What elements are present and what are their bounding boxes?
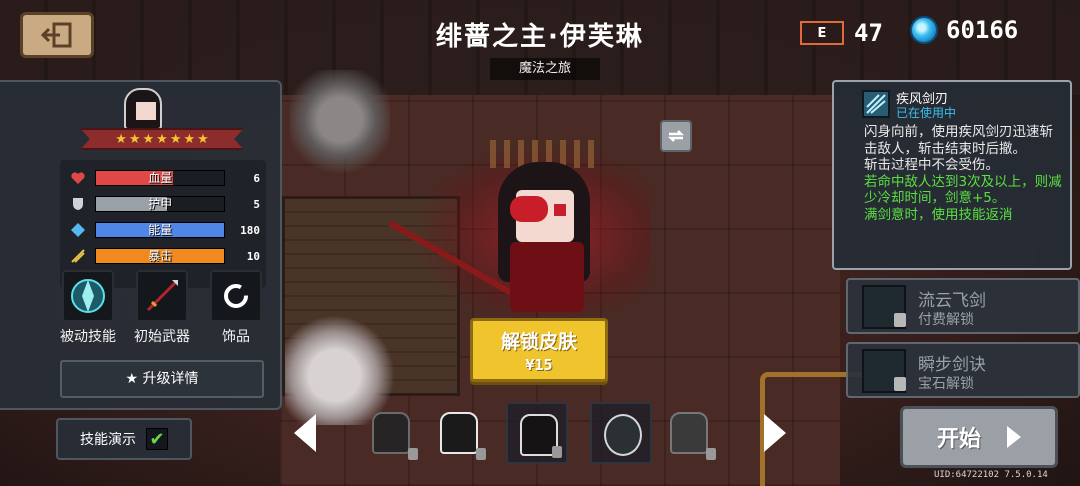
swap-skin-button[interactable]	[660, 120, 692, 152]
skill-option-shunbu[interactable]: 瞬步剑诀 宝石解锁	[846, 342, 1080, 398]
star-icon: ★	[142, 131, 155, 147]
swap-arrows-icon	[667, 130, 685, 142]
star-icon: ★	[128, 131, 141, 147]
gem-counter: 60166	[910, 16, 1018, 44]
skill-demo-toggle[interactable]: 技能演示 ✔	[56, 418, 192, 460]
star-icon: ★	[183, 131, 196, 147]
unlock-skin-button[interactable]: 解锁皮肤 ¥15	[470, 318, 608, 382]
start-label: 开始	[936, 427, 981, 452]
passive-skill-icon	[71, 279, 105, 313]
starter-weapon-label: 初始武器	[134, 329, 190, 345]
accessory-label: 饰品	[222, 329, 250, 345]
skill-option-liuyun[interactable]: 流云飞剑 付费解锁	[846, 278, 1080, 334]
skill-option-name: 流云飞剑	[918, 291, 986, 311]
health-value: 6	[253, 171, 260, 185]
character-info-panel: ★ ★ ★ ★ ★ ★ ★ 血量 6 护甲 5 能量 180 暴击 10 被动技…	[0, 80, 282, 410]
skin-avatar	[670, 412, 708, 454]
energy-stat-value: 180	[240, 223, 260, 237]
energy-counter: E 47	[800, 18, 883, 48]
skin-avatar	[604, 414, 642, 456]
diamond-icon	[70, 222, 85, 238]
health-label: 血量	[148, 171, 173, 185]
armor-value: 5	[253, 197, 260, 211]
passive-skill-slot[interactable]	[62, 270, 114, 322]
previous-skin-button[interactable]	[292, 412, 318, 454]
skin-avatar	[372, 412, 410, 454]
character-portrait	[118, 88, 168, 132]
crossed-swords-icon	[70, 248, 85, 264]
skill-option-status: 付费解锁	[918, 312, 974, 328]
star-rating-ribbon: ★ ★ ★ ★ ★ ★ ★	[80, 128, 244, 150]
skill-description-main: 闪身向前，使用疾风剑刃迅速斩击敌人，斩击结束时后撤。 斩击过程中不会受伤。	[864, 124, 1053, 173]
passive-skill-label: 被动技能	[60, 329, 116, 345]
skin-subtitle: 魔法之旅	[490, 58, 600, 80]
skin-option-3-selected[interactable]	[506, 402, 568, 464]
gem-icon	[910, 16, 938, 44]
lock-icon	[552, 446, 562, 458]
hero-red-mask	[510, 196, 548, 222]
active-skill-card: 疾风剑刃 已在使用中 闪身向前，使用疾风剑刃迅速斩击敌人，斩击结束时后撤。 斩击…	[832, 80, 1072, 270]
crit-value: 10	[246, 249, 260, 263]
hero-body	[510, 242, 584, 312]
spear-icon	[146, 280, 178, 312]
stone-statue	[290, 70, 390, 180]
shield-icon	[70, 196, 85, 212]
portrait-face	[136, 102, 156, 120]
arrow-right-icon	[764, 414, 786, 452]
star-icon: ★	[115, 131, 127, 147]
unlock-skin-price: ¥15	[525, 355, 553, 374]
hero-eye	[554, 204, 566, 216]
uid-version-text: UID:64722102 7.5.0.14	[934, 470, 1048, 480]
arrow-left-icon	[294, 414, 316, 452]
play-triangle-icon	[1007, 426, 1021, 448]
unlock-skin-label: 解锁皮肤	[500, 330, 577, 353]
armor-bar: 护甲	[95, 196, 225, 212]
start-game-button[interactable]: 开始	[900, 406, 1058, 468]
heart-icon	[70, 170, 85, 186]
skill-status: 已在使用中	[896, 106, 957, 120]
energy-badge-text: E	[817, 25, 827, 41]
skill-option-status: 宝石解锁	[918, 376, 974, 392]
crit-bar: 暴击	[95, 248, 225, 264]
next-skin-button[interactable]	[762, 412, 788, 454]
stat-row-energy: 能量 180	[70, 220, 260, 240]
skin-option-5[interactable]	[658, 402, 720, 464]
skin-avatar	[440, 412, 478, 454]
stat-row-health: 血量 6	[70, 168, 260, 188]
skill-demo-label: 技能演示	[80, 432, 136, 448]
gem-value: 60166	[946, 16, 1019, 44]
ring-icon	[224, 284, 248, 308]
lock-icon	[476, 448, 486, 460]
skill-option-name: 瞬步剑诀	[918, 355, 986, 375]
star-icon: ★	[156, 131, 168, 147]
energy-label: 能量	[148, 223, 173, 237]
skill-description-bonus: 若命中敌人达到3次及以上，则减少冷却时间，剑意+5。 满剑意时，使用技能返消	[864, 173, 1062, 223]
star-icon: ★	[169, 131, 182, 147]
health-bar: 血量	[95, 170, 225, 186]
skill-demo-checkbox[interactable]: ✔	[146, 428, 168, 450]
skin-option-1[interactable]	[360, 402, 422, 464]
skin-option-2[interactable]	[428, 402, 490, 464]
checkmark-icon: ✔	[149, 428, 165, 450]
skin-option-4[interactable]	[590, 402, 652, 464]
upgrade-details-button[interactable]: ★ 升级详情	[60, 360, 264, 398]
stat-row-armor: 护甲 5	[70, 194, 260, 214]
energy-bar: 能量	[95, 222, 225, 238]
hero-sprite	[388, 140, 620, 320]
lock-icon	[894, 313, 906, 327]
star-icon: ★	[197, 131, 209, 147]
stat-row-crit: 暴击 10	[70, 246, 260, 266]
crit-label: 暴击	[148, 249, 173, 263]
lock-icon	[408, 448, 418, 460]
energy-value: 47	[854, 19, 883, 47]
starter-weapon-slot[interactable]	[136, 270, 188, 322]
wind-blade-skill-icon	[862, 90, 890, 118]
lock-icon	[894, 377, 906, 391]
lock-icon	[706, 448, 716, 460]
stats-box: 血量 6 护甲 5 能量 180 暴击 10	[60, 160, 266, 288]
skill-description: 闪身向前，使用疾风剑刃迅速斩击敌人，斩击结束时后撤。 斩击过程中不会受伤。 若命…	[864, 124, 1064, 223]
accessory-slot[interactable]	[210, 270, 262, 322]
energy-badge-icon: E	[800, 21, 844, 45]
armor-label: 护甲	[148, 197, 173, 211]
